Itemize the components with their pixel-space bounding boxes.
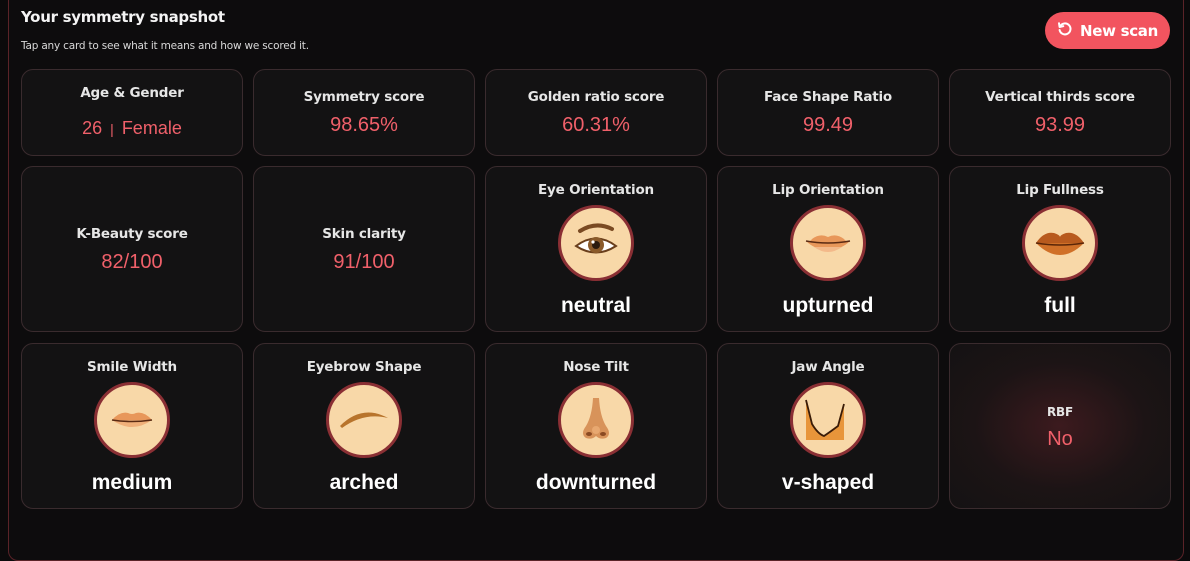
card-value: full (1044, 294, 1076, 317)
card-lip-orientation[interactable]: Lip Orientation upturned (717, 166, 939, 332)
eye-icon (558, 205, 634, 281)
card-value: 98.65% (330, 114, 398, 136)
card-golden-ratio[interactable]: Golden ratio score 60.31% (485, 69, 707, 156)
card-label: Symmetry score (303, 89, 425, 105)
new-scan-button[interactable]: New scan (1045, 12, 1170, 49)
card-value: No (1047, 428, 1073, 450)
gender-value: Female (121, 118, 182, 138)
card-jaw-angle[interactable]: Jaw Angle v-shaped (717, 343, 939, 509)
card-label: Vertical thirds score (985, 89, 1135, 105)
new-scan-label: New scan (1079, 21, 1159, 40)
card-symmetry-score[interactable]: Symmetry score 98.65% (253, 69, 475, 156)
lips-icon (94, 382, 170, 458)
card-k-beauty[interactable]: K-Beauty score 82/100 (21, 166, 243, 332)
lips-upturned-icon (790, 205, 866, 281)
jaw-icon (790, 382, 866, 458)
card-rbf[interactable]: RBF No (949, 343, 1171, 509)
card-vertical-thirds[interactable]: Vertical thirds score 93.99 (949, 69, 1171, 156)
card-nose-tilt[interactable]: Nose Tilt downturned (485, 343, 707, 509)
card-value: 93.99 (1034, 114, 1086, 136)
card-label: Eye Orientation (538, 182, 654, 198)
lips-full-icon (1022, 205, 1098, 281)
page-subtitle: Tap any card to see what it means and ho… (21, 40, 309, 52)
card-skin-clarity[interactable]: Skin clarity 91/100 (253, 166, 475, 332)
card-value: downturned (535, 471, 657, 494)
card-value: v-shaped (781, 471, 875, 494)
card-label: Smile Width (87, 359, 177, 375)
card-label: Jaw Angle (791, 359, 865, 375)
card-label: Nose Tilt (563, 359, 629, 375)
refresh-icon (1057, 21, 1073, 41)
card-label: Age & Gender (80, 85, 184, 101)
card-label: Face Shape Ratio (763, 89, 893, 105)
card-label: Skin clarity (322, 226, 406, 242)
card-lip-fullness[interactable]: Lip Fullness full (949, 166, 1171, 332)
page-title: Your symmetry snapshot (21, 8, 225, 26)
card-face-shape-ratio[interactable]: Face Shape Ratio 99.49 (717, 69, 939, 156)
card-smile-width[interactable]: Smile Width medium (21, 343, 243, 509)
card-value: 99.49 (802, 114, 854, 136)
card-eye-orientation[interactable]: Eye Orientation neutral (485, 166, 707, 332)
card-value: 60.31% (562, 114, 630, 136)
age-value: 26 (82, 118, 103, 138)
card-label: RBF (1047, 405, 1073, 419)
card-label: Eyebrow Shape (306, 359, 422, 375)
eyebrow-icon (326, 382, 402, 458)
card-eyebrow-shape[interactable]: Eyebrow Shape arched (253, 343, 475, 509)
card-label: K-Beauty score (76, 226, 188, 242)
card-value: 82/100 (101, 251, 163, 273)
nose-icon (558, 382, 634, 458)
separator: | (110, 121, 114, 137)
card-label: Lip Orientation (772, 182, 884, 198)
card-value: arched (329, 471, 399, 494)
card-label: Golden ratio score (527, 89, 665, 105)
card-value: upturned (782, 294, 874, 317)
card-value: 26 | Female (22, 118, 242, 139)
card-label: Lip Fullness (1016, 182, 1104, 198)
card-value: neutral (560, 294, 631, 317)
card-age-gender[interactable]: Age & Gender 26 | Female (21, 69, 243, 156)
card-value: 91/100 (333, 251, 395, 273)
card-value: medium (91, 471, 173, 494)
